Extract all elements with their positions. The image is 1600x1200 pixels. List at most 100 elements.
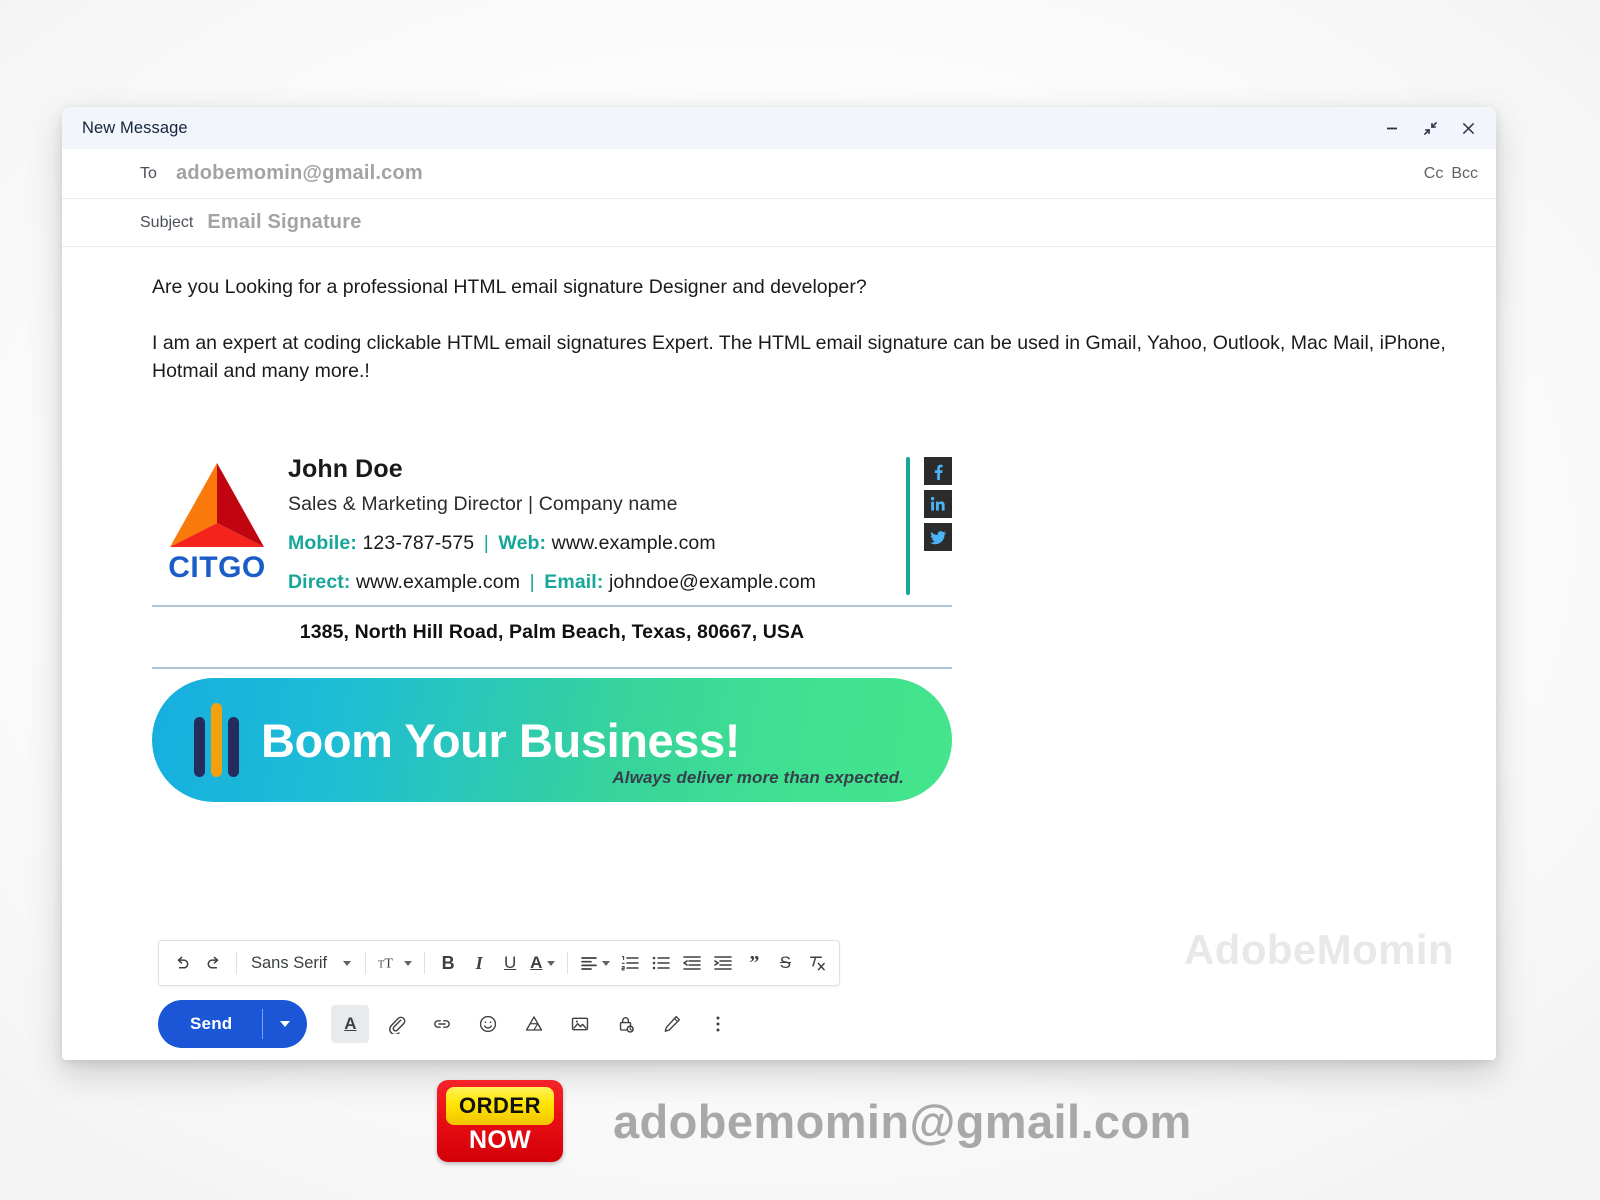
signature-top: CITGO John Doe Sales & Marketing Directo… <box>152 451 952 595</box>
signature-info: John Doe Sales & Marketing Director | Co… <box>282 451 894 594</box>
chevron-down-icon <box>343 960 352 966</box>
to-input[interactable]: adobemomin@gmail.com <box>176 162 423 185</box>
strikethrough-icon[interactable]: S <box>770 946 800 980</box>
bcc-button[interactable]: Bcc <box>1451 165 1478 183</box>
banner-bars-icon <box>194 703 239 777</box>
company-logo-text: CITGO <box>168 551 266 584</box>
insert-drive-icon[interactable] <box>515 1005 553 1043</box>
email-label: Email: <box>544 571 604 593</box>
bulleted-list-icon[interactable] <box>646 946 676 980</box>
footer-email: adobemomin@gmail.com <box>613 1094 1192 1148</box>
social-icon-list <box>924 457 952 595</box>
strikethrough-label: S <box>779 953 792 972</box>
close-icon[interactable] <box>1458 118 1478 138</box>
linkedin-icon[interactable] <box>924 490 952 518</box>
minimize-icon[interactable] <box>1382 118 1402 138</box>
bold-label: B <box>441 952 455 973</box>
quote-icon[interactable]: ” <box>739 946 769 980</box>
italic-icon[interactable]: I <box>464 946 494 980</box>
font-size-icon[interactable]: T T <box>374 946 416 980</box>
signature-role: Sales & Marketing Director | Company nam… <box>288 493 678 515</box>
signature-divider-bottom <box>152 667 952 669</box>
numbered-list-icon[interactable] <box>615 946 645 980</box>
quote-label: ” <box>749 952 760 974</box>
insert-emoji-icon[interactable] <box>469 1005 507 1043</box>
mobile-label: Mobile: <box>288 532 357 554</box>
chevron-down-icon <box>547 960 556 966</box>
indent-more-icon[interactable] <box>708 946 738 980</box>
more-options-icon[interactable] <box>699 1005 737 1043</box>
exit-full-screen-icon[interactable] <box>1420 118 1440 138</box>
mobile-value: 123-787-575 <box>362 532 475 554</box>
footer: ORDER NOW adobemomin@gmail.com <box>0 1076 1600 1166</box>
toolbar-separator <box>365 952 367 974</box>
to-label: To <box>140 164 157 182</box>
direct-label: Direct: <box>288 571 351 593</box>
chevron-down-icon <box>404 960 413 966</box>
banner-tagline: Always deliver more than expected. <box>612 768 904 787</box>
web-value[interactable]: www.example.com <box>552 532 716 554</box>
compose-window: New Message To adobemomin@gmail.com Cc B… <box>62 107 1496 1060</box>
chevron-down-icon <box>602 960 611 966</box>
order-now-button[interactable]: ORDER NOW <box>437 1080 563 1162</box>
italic-label: I <box>475 952 483 973</box>
citgo-triangle-icon <box>165 461 269 549</box>
body-paragraph-1: Are you Looking for a professional HTML … <box>152 276 867 298</box>
svg-text:T: T <box>378 960 384 971</box>
redo-icon[interactable] <box>198 946 228 980</box>
now-label: NOW <box>469 1126 531 1154</box>
web-label: Web: <box>498 532 547 554</box>
toolbar-separator <box>424 952 426 974</box>
insert-signature-icon[interactable] <box>653 1005 691 1043</box>
send-button-group[interactable]: Send <box>158 1000 308 1048</box>
watermark: AdobeMomin <box>1184 926 1454 973</box>
attach-file-icon[interactable] <box>377 1005 415 1043</box>
formatting-toolbar: Sans Serif T T B I U A ” S <box>158 940 841 986</box>
email-value[interactable]: johndoe@example.com <box>609 571 816 593</box>
underline-icon[interactable]: U <box>495 946 525 980</box>
contact-separator: | <box>483 532 489 554</box>
toolbar-separator <box>236 952 237 974</box>
signature-name: John Doe <box>288 455 403 483</box>
text-color-icon[interactable]: A <box>526 946 559 980</box>
company-logo: CITGO <box>152 451 282 585</box>
social-divider-bar <box>906 457 910 595</box>
underline-label: U <box>503 953 517 972</box>
confidential-mode-icon[interactable] <box>607 1005 645 1043</box>
font-family-select[interactable]: Sans Serif <box>245 954 357 973</box>
compose-window-header[interactable]: New Message <box>62 107 1496 149</box>
body-paragraph-2: I am an expert at coding clickable HTML … <box>152 332 1446 382</box>
indent-less-icon[interactable] <box>677 946 707 980</box>
svg-text:T: T <box>385 956 394 971</box>
formatting-options-icon[interactable]: A <box>331 1005 370 1043</box>
signature-contact-row-2: Direct: www.example.com | Email: johndoe… <box>288 571 894 594</box>
to-row[interactable]: To adobemomin@gmail.com Cc Bcc <box>62 149 1496 199</box>
bold-icon[interactable]: B <box>433 946 463 980</box>
subject-input[interactable]: Email Signature <box>207 211 361 234</box>
undo-icon[interactable] <box>167 946 197 980</box>
format-a-glyph: A <box>344 1014 357 1033</box>
send-options-button[interactable] <box>263 1000 307 1048</box>
subject-label: Subject <box>140 213 194 231</box>
text-color-label: A <box>530 953 543 972</box>
promo-banner[interactable]: Boom Your Business! Always deliver more … <box>152 678 952 802</box>
chevron-down-icon <box>280 1021 291 1027</box>
signature-social <box>894 451 952 595</box>
window-controls <box>1382 118 1478 138</box>
action-bar: Send A <box>158 1000 737 1048</box>
email-signature: CITGO John Doe Sales & Marketing Directo… <box>152 451 952 802</box>
remove-formatting-icon[interactable] <box>801 946 831 980</box>
send-button[interactable]: Send <box>158 1000 262 1048</box>
message-body[interactable]: Are you Looking for a professional HTML … <box>62 247 1496 1060</box>
banner-headline: Boom Your Business! <box>261 713 741 767</box>
direct-value[interactable]: www.example.com <box>356 571 520 593</box>
insert-link-icon[interactable] <box>423 1005 461 1043</box>
align-icon[interactable] <box>576 946 614 980</box>
subject-row[interactable]: Subject Email Signature <box>62 199 1496 247</box>
facebook-icon[interactable] <box>924 457 952 485</box>
cc-button[interactable]: Cc <box>1424 165 1444 183</box>
twitter-icon[interactable] <box>924 523 952 551</box>
insert-photo-icon[interactable] <box>561 1005 599 1043</box>
toolbar-separator <box>567 952 569 974</box>
window-title: New Message <box>82 118 188 137</box>
